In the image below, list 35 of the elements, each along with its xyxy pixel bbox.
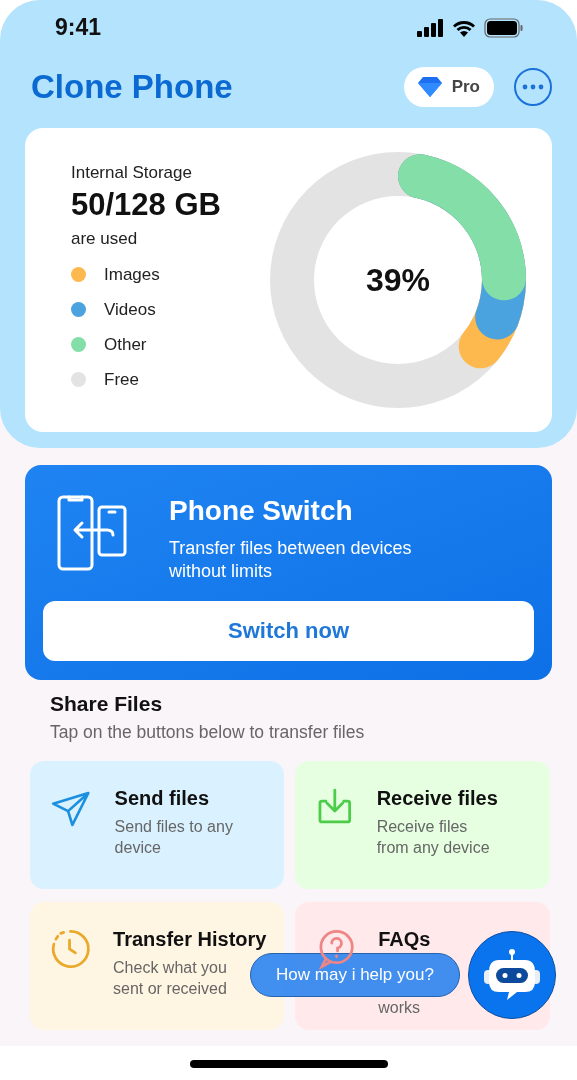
legend-label: Videos	[104, 299, 156, 320]
more-icon	[522, 84, 544, 90]
switch-now-button[interactable]: Switch now	[43, 601, 534, 661]
section-subtitle: Tap on the buttons below to transfer files	[50, 722, 366, 743]
promo-title: Phone Switch	[169, 495, 354, 527]
promo-subtitle: Transfer files between devices without limits	[169, 537, 413, 583]
status-time: 9:41	[55, 14, 102, 41]
card-description: Check what you sent or received	[113, 958, 228, 999]
battery-icon	[484, 17, 524, 38]
card-description: works	[378, 998, 421, 1018]
diamond-icon	[417, 76, 442, 98]
storage-caption: are used	[71, 229, 139, 249]
card-description: Send files to any device	[114, 817, 234, 858]
card-description: Receive files from any device	[376, 817, 491, 858]
more-button[interactable]	[514, 68, 552, 106]
card-title: Send files	[114, 787, 211, 810]
signal-icon	[417, 18, 444, 37]
section-title: Share Files	[50, 692, 164, 716]
legend-label: Images	[104, 264, 160, 285]
action-card[interactable]: Send files Send files to any device	[30, 761, 284, 889]
card-title: Receive files	[376, 787, 499, 810]
robot-icon	[483, 948, 541, 1002]
wifi-icon	[452, 18, 476, 37]
phone-transfer-icon	[57, 495, 127, 571]
clock-icon	[50, 928, 92, 970]
card-title: Transfer History	[113, 928, 268, 951]
legend-label: Free	[104, 369, 139, 390]
legend-label: Other	[104, 334, 147, 355]
storage-amount: 50/128 GB	[71, 187, 222, 223]
app-title: Clone Phone	[30, 68, 234, 106]
storage-label: Internal Storage	[71, 163, 193, 183]
action-card[interactable]: Receive files Receive files from any device	[295, 761, 550, 889]
pro-button[interactable]: Pro	[403, 67, 494, 107]
usage-percent: 39%	[364, 262, 431, 299]
card-title: FAQs	[378, 928, 432, 951]
